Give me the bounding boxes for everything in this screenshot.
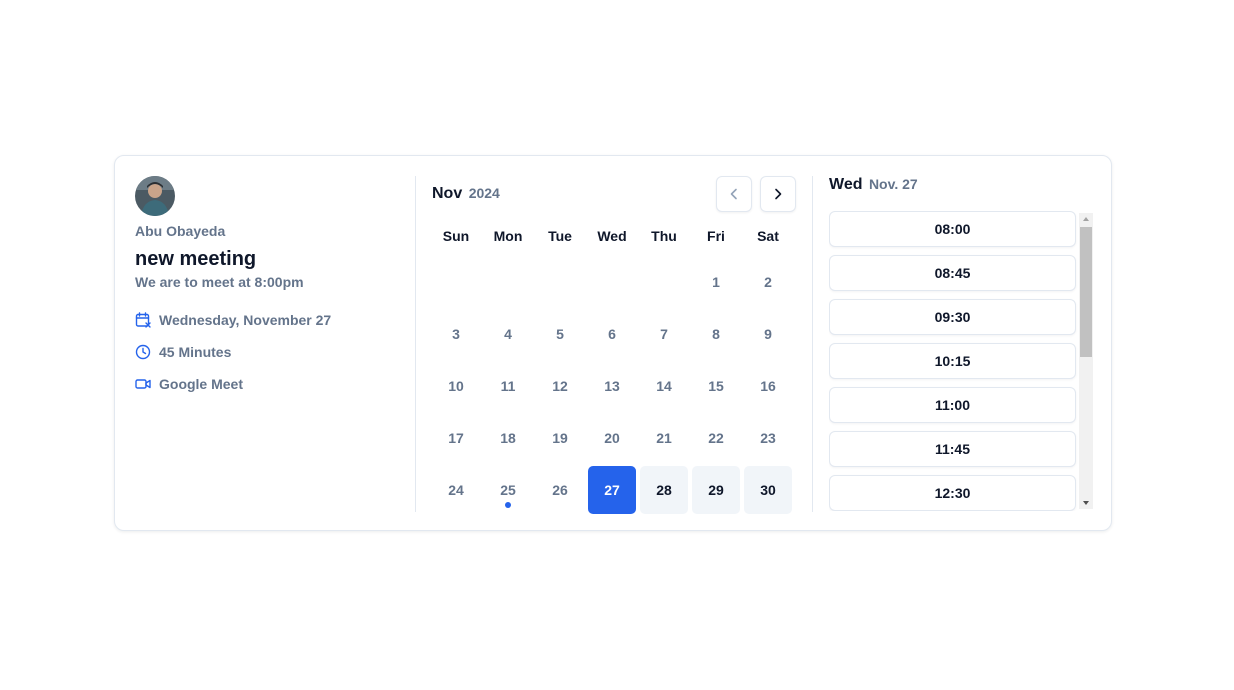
weekday-label: Sat	[757, 228, 779, 244]
divider	[812, 176, 813, 512]
previous-month-button[interactable]	[716, 176, 752, 212]
day-cell: 10	[448, 378, 464, 394]
event-info-panel: Abu Obayeda new meeting We are to meet a…	[135, 176, 405, 407]
weekday-label: Tue	[548, 228, 572, 244]
day-cell-available[interactable]: 28	[640, 466, 688, 514]
day-cell: 25	[484, 466, 532, 514]
calendar-icon	[135, 312, 151, 328]
time-slot-button[interactable]: 11:45	[829, 431, 1076, 467]
scrollbar[interactable]	[1079, 213, 1093, 509]
next-month-button[interactable]	[760, 176, 796, 212]
event-details: Wednesday, November 27 45 Minutes Google…	[135, 311, 405, 393]
selected-date-header: Wed Nov. 27	[829, 176, 1093, 200]
day-cell: 26	[552, 482, 568, 498]
clock-icon	[135, 344, 151, 360]
today-indicator	[505, 502, 511, 508]
day-cell: 12	[552, 378, 568, 394]
day-cell-available[interactable]: 30	[744, 466, 792, 514]
weekday-label: Sun	[442, 228, 470, 244]
day-cell: 5	[556, 326, 564, 342]
selected-weekday: Wed	[829, 176, 863, 193]
day-cell: 19	[552, 430, 568, 446]
weekday-label: Fri	[707, 228, 725, 244]
event-duration: 45 Minutes	[159, 344, 232, 360]
weekday-label: Thu	[651, 228, 677, 244]
day-cell: 17	[448, 430, 464, 446]
day-cell: 13	[604, 378, 620, 394]
event-date: Wednesday, November 27	[159, 312, 332, 328]
booking-card: Abu Obayeda new meeting We are to meet a…	[114, 155, 1112, 531]
day-grid: 1 2 3 4 5 6 7 8 9 10 11 12 13 14 15 16 17 18 19 20 21 22 23 24 2…	[432, 258, 796, 528]
time-slot-button[interactable]: 11:00	[829, 387, 1076, 423]
time-slot-button[interactable]: 10:15	[829, 343, 1076, 379]
event-duration-row: 45 Minutes	[135, 343, 405, 361]
day-cell: 21	[656, 430, 672, 446]
event-location: Google Meet	[159, 376, 244, 392]
day-cell: 8	[712, 326, 720, 342]
calendar: Nov 2024 Sun Mon Tue Wed Thu Fri Sat 123456789…	[432, 176, 796, 514]
weekday-header: Sun Mon Tue Wed Thu Fri Sat	[432, 228, 796, 246]
scrollbar-thumb[interactable]	[1080, 227, 1092, 357]
event-date-row: Wednesday, November 27	[135, 311, 405, 329]
month-label: Nov	[432, 185, 463, 202]
chevron-left-icon	[730, 188, 737, 200]
weekday-label: Mon	[493, 228, 523, 244]
calendar-header: Nov 2024	[432, 176, 796, 214]
day-cell-selected[interactable]: 27	[588, 466, 636, 514]
event-description: We are to meet at 8:00pm	[135, 274, 304, 290]
time-slot-button[interactable]: 08:45	[829, 255, 1076, 291]
month-year-label: Nov 2024	[432, 185, 500, 203]
year-label: 2024	[468, 185, 500, 201]
time-slot-list[interactable]: 12:30 11:45 11:00 10:15 09:30 08:45 08:00	[829, 211, 1093, 511]
day-cell: 16	[760, 378, 776, 394]
day-cell: 15	[708, 378, 724, 394]
day-cell: 20	[604, 430, 620, 446]
time-slot-button[interactable]: 12:30	[829, 475, 1076, 511]
chevron-right-icon	[775, 188, 782, 200]
scroll-up-arrow[interactable]	[1079, 213, 1093, 225]
divider	[415, 176, 416, 512]
avatar	[135, 176, 175, 216]
event-location-row: Google Meet	[135, 375, 405, 393]
video-icon	[135, 379, 151, 389]
day-cell: 9	[764, 326, 772, 342]
day-cell: 4	[504, 326, 512, 342]
time-slot-button[interactable]: 09:30	[829, 299, 1076, 335]
day-cell-available[interactable]: 29	[692, 466, 740, 514]
host-name: Abu Obayeda	[135, 223, 226, 239]
day-cell: 24	[448, 482, 464, 498]
day-cell: 18	[500, 430, 516, 446]
scroll-down-arrow[interactable]	[1079, 497, 1093, 509]
day-cell: 22	[708, 430, 724, 446]
day-cell: 3	[452, 326, 460, 342]
day-cell: 2	[764, 274, 772, 290]
day-cell: 23	[760, 430, 776, 446]
event-title: new meeting	[135, 248, 257, 270]
selected-date: Nov. 27	[868, 176, 918, 192]
day-cell: 1	[712, 274, 720, 290]
time-slots-panel: Wed Nov. 27 12:30 11:45 11:00 10:15 09:30 08:…	[829, 176, 1093, 511]
day-cell: 7	[660, 326, 668, 342]
weekday-label: Wed	[597, 228, 627, 244]
day-cell: 6	[608, 326, 616, 342]
day-cell: 14	[656, 378, 672, 394]
time-slot-button[interactable]: 08:00	[829, 211, 1076, 247]
day-cell: 11	[500, 378, 516, 394]
